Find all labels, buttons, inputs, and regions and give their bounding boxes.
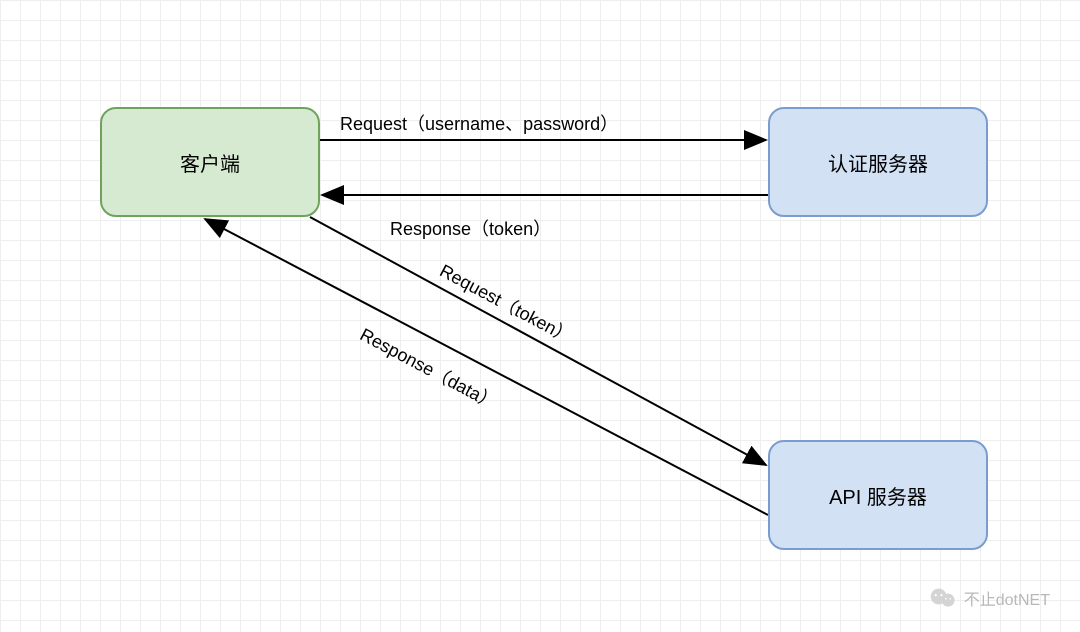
watermark: 不止dotNET	[930, 586, 1050, 610]
arrow-response-api	[205, 219, 768, 515]
label-request-api: Request（token）	[436, 257, 578, 349]
auth-server-node: 认证服务器	[768, 107, 988, 217]
label-request-auth: Request（username、password）	[340, 110, 618, 136]
api-label: API 服务器	[829, 481, 927, 510]
wechat-icon	[930, 587, 956, 609]
label-response-auth: Response（token）	[390, 215, 551, 241]
watermark-text: 不止dotNET	[964, 586, 1050, 610]
api-server-node: API 服务器	[768, 440, 988, 550]
auth-label: 认证服务器	[828, 148, 928, 177]
client-label: 客户端	[180, 148, 240, 177]
label-response-api: Response（data）	[356, 321, 502, 415]
client-node: 客户端	[100, 107, 320, 217]
